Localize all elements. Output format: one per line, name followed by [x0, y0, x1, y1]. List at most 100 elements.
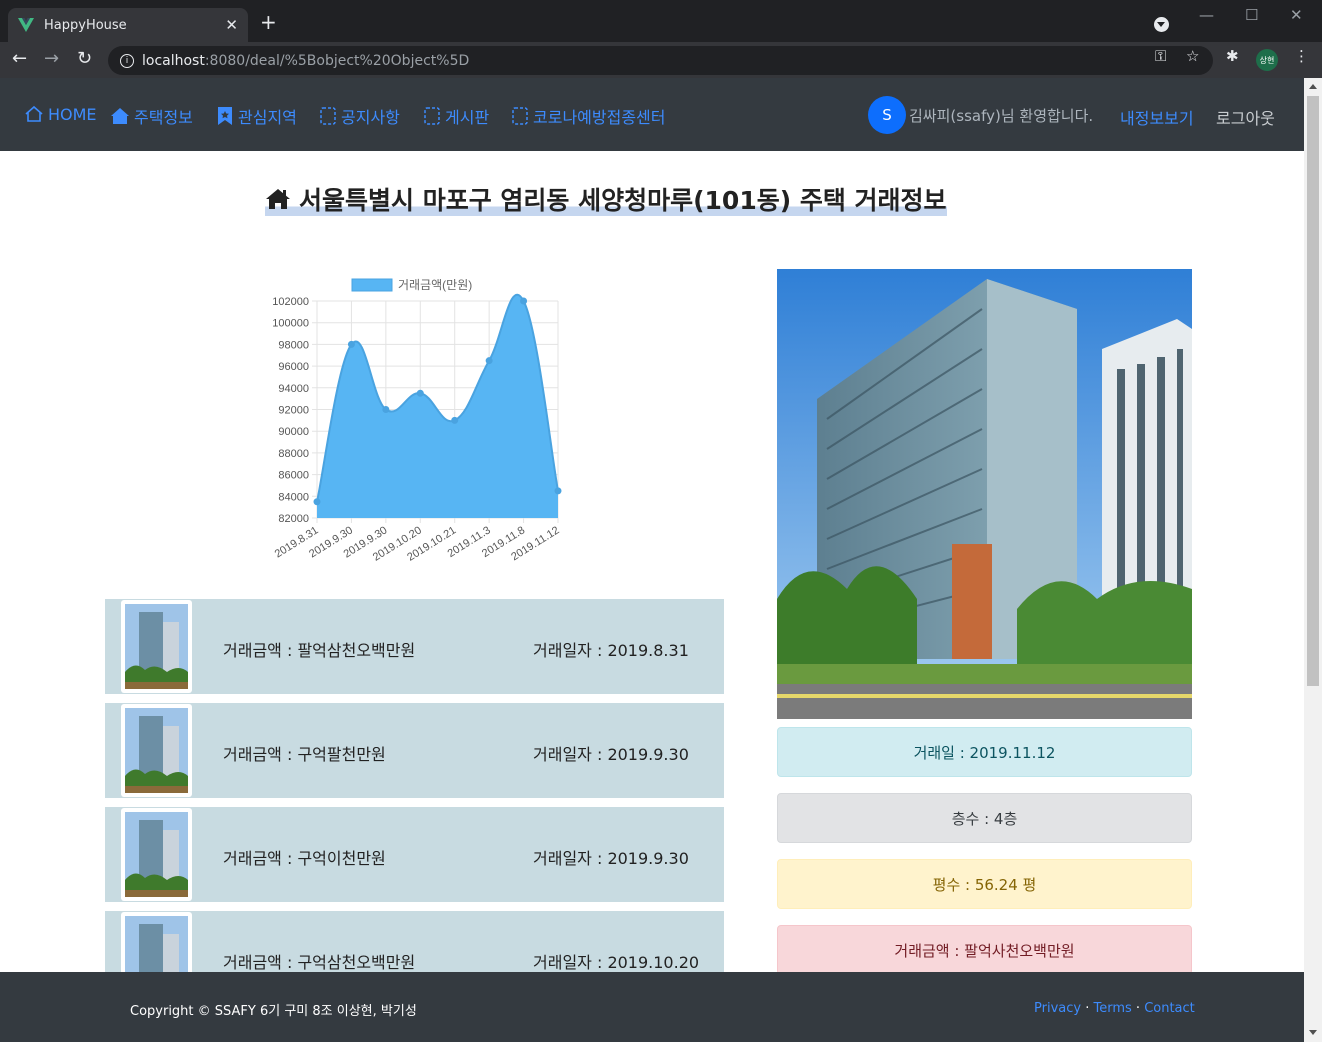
maximize-icon[interactable]: ☐: [1245, 6, 1258, 24]
nav-house-info[interactable]: 주택정보: [110, 104, 193, 128]
y-tick-label: 84000: [278, 491, 309, 503]
y-tick-label: 94000: [278, 383, 309, 395]
footer-links: Privacy · Terms · Contact: [1034, 1001, 1195, 1016]
y-tick-label: 82000: [278, 513, 309, 525]
data-point: [520, 297, 528, 305]
deal-date: 거래일자 : 2019.9.30: [533, 745, 689, 764]
tab-search-icon[interactable]: [1154, 17, 1169, 32]
deal-price: 거래금액 : 구억팔천만원: [223, 745, 386, 764]
minimize-icon[interactable]: —: [1199, 6, 1214, 24]
data-point: [347, 340, 355, 348]
browser-titlebar: HappyHouse ✕ + — ☐ ✕: [0, 0, 1322, 42]
deal-date: 거래일자 : 2019.9.30: [533, 849, 689, 868]
page-title-text: 서울특별시 마포구 염리동 세양청마루(101동) 주택 거래정보: [299, 186, 947, 215]
building-thumbnail-image: [125, 604, 188, 689]
deal-date: 거래일자 : 2019.10.20: [533, 953, 700, 972]
series-area: [317, 294, 558, 518]
forward-icon[interactable]: →: [44, 49, 59, 69]
back-icon[interactable]: ←: [12, 49, 27, 69]
nav-home-label: HOME: [48, 104, 97, 124]
footer-separator: ·: [1081, 1001, 1094, 1016]
terms-link[interactable]: Terms: [1093, 1001, 1131, 1016]
area-info: 평수 : 56.24 평: [777, 859, 1192, 909]
data-point: [416, 389, 424, 397]
covid-center-box-icon: [512, 107, 528, 125]
data-point: [451, 416, 459, 424]
nav-notice[interactable]: 공지사항: [319, 104, 400, 128]
y-tick-label: 88000: [278, 448, 309, 460]
building-photo-image: [777, 269, 1192, 719]
nav-notice-label: 공지사항: [341, 108, 400, 127]
scroll-down-icon[interactable]: [1309, 1030, 1317, 1035]
deal-price: 거래금액 : 팔억삼천오백만원: [223, 641, 416, 660]
tab-title: HappyHouse: [44, 17, 127, 33]
user-avatar[interactable]: S: [868, 96, 906, 134]
browser-tab[interactable]: HappyHouse ✕: [8, 8, 248, 42]
building-photo: [777, 269, 1192, 719]
nav-home[interactable]: HOME: [24, 104, 97, 124]
tab-close-icon[interactable]: ✕: [225, 16, 238, 34]
deal-date: 거래일자 : 2019.8.31: [533, 641, 689, 660]
y-tick-label: 100000: [272, 318, 309, 330]
building-thumbnail-image: [125, 708, 188, 793]
profile-avatar[interactable]: 상현: [1256, 49, 1278, 71]
welcome-text: 김싸피(ssafy)님 환영합니다.: [909, 107, 1094, 125]
bookmark-star-icon[interactable]: ☆: [1186, 47, 1199, 65]
logout-link[interactable]: 로그아웃: [1216, 105, 1275, 129]
price-chart: 102000 100000 98000 96000 94000 92000 90000 880…: [260, 268, 580, 578]
board-box-icon: [424, 107, 440, 125]
new-tab-button[interactable]: +: [260, 12, 277, 32]
deal-thumbnail: [121, 912, 192, 972]
reload-icon[interactable]: ↻: [77, 49, 92, 69]
footer-separator: ·: [1131, 1001, 1145, 1016]
data-point: [313, 498, 321, 506]
copyright-text: Copyright © SSAFY 6기 구미 8조 이상현, 박기성: [130, 1004, 417, 1019]
deal-price: 거래금액 : 구억이천만원: [223, 849, 386, 868]
nav-board[interactable]: 게시판: [423, 104, 489, 128]
bookmark-icon: [218, 107, 232, 125]
building-thumbnail-image: [125, 916, 188, 972]
deal-thumbnail: [121, 704, 192, 797]
data-point: [382, 406, 390, 413]
nav-covid-center[interactable]: 코로나예방접종센터: [511, 104, 665, 128]
deal-price: 거래금액 : 구억삼천오백만원: [223, 953, 416, 972]
deal-row[interactable]: 거래금액 : 구억삼천오백만원 거래일자 : 2019.10.20: [105, 911, 724, 972]
app-navbar: HOME 주택정보 관심지역 공지사항 게시판 코로나예방접종센터: [0, 78, 1304, 151]
house-fill-icon: [266, 189, 290, 209]
y-tick-label: 90000: [278, 426, 309, 438]
scroll-thumb[interactable]: [1307, 96, 1319, 686]
price-chart-svg: 102000 100000 98000 96000 94000 92000 90000 880…: [272, 278, 562, 564]
vue-logo-icon: [18, 18, 34, 32]
window-close-icon[interactable]: ✕: [1290, 6, 1303, 24]
page-footer: Copyright © SSAFY 6기 구미 8조 이상현, 박기성 Priv…: [0, 972, 1304, 1042]
url-path: :8080/deal/%5Bobject%20Object%5D: [204, 52, 470, 69]
scroll-up-icon[interactable]: [1309, 84, 1317, 89]
legend-swatch: [351, 278, 393, 292]
menu-kebab-icon[interactable]: ⋮: [1294, 47, 1309, 65]
nav-house-info-label: 주택정보: [134, 108, 193, 127]
nav-covid-center-label: 코로나예방접종센터: [533, 108, 666, 127]
price-info: 거래금액 : 팔억사천오백만원: [777, 925, 1192, 975]
legend-label: 거래금액(만원): [398, 278, 472, 292]
deal-list: 거래금액 : 팔억삼천오백만원 거래일자 : 2019.8.31 거래금액 : …: [105, 599, 724, 972]
deal-row[interactable]: 거래금액 : 팔억삼천오백만원 거래일자 : 2019.8.31: [105, 599, 724, 694]
browser-toolbar: ← → ↻ i localhost:8080/deal/%5Bobject%20…: [0, 42, 1322, 78]
house-outline-icon: [25, 105, 43, 122]
page-scrollbar[interactable]: [1304, 78, 1322, 1042]
y-tick-label: 86000: [278, 470, 309, 482]
key-icon[interactable]: ⚿: [1155, 47, 1166, 65]
my-info-link[interactable]: 내정보보기: [1120, 105, 1194, 129]
deal-date-info: 거래일 : 2019.11.12: [777, 727, 1192, 777]
deal-thumbnail: [121, 600, 192, 693]
address-bar[interactable]: i localhost:8080/deal/%5Bobject%20Object…: [108, 46, 1213, 75]
privacy-link[interactable]: Privacy: [1034, 1001, 1081, 1016]
site-info-icon[interactable]: i: [120, 53, 134, 68]
data-point: [554, 487, 562, 495]
contact-link[interactable]: Contact: [1144, 1001, 1195, 1016]
deal-row[interactable]: 거래금액 : 구억팔천만원 거래일자 : 2019.9.30: [105, 703, 724, 798]
y-tick-label: 92000: [278, 405, 309, 417]
extensions-icon[interactable]: ✱: [1226, 47, 1239, 65]
nav-interest-area[interactable]: 관심지역: [216, 104, 297, 128]
y-tick-label: 98000: [278, 339, 309, 351]
deal-row[interactable]: 거래금액 : 구억이천만원 거래일자 : 2019.9.30: [105, 807, 724, 902]
